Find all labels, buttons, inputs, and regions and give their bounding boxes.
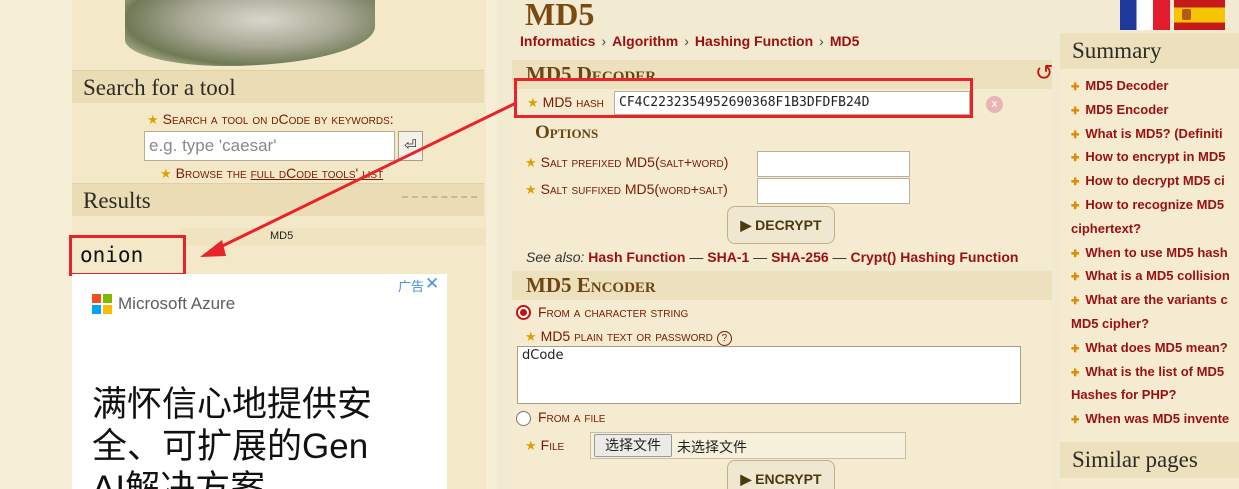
advertisement[interactable]: Microsoft Azure 广告 ✕ 满怀信心地提供安全、可扩展的Gen A… [72, 274, 447, 489]
salt-suffixed-input[interactable] [757, 178, 910, 204]
star-icon: ★ [525, 438, 537, 453]
star-icon: ★ [525, 329, 537, 344]
summary-item[interactable]: ✚ When was MD5 invente [1071, 407, 1239, 431]
options-title: Options [535, 122, 599, 143]
search-heading: Search for a tool [72, 70, 484, 103]
summary-list: ✚ MD5 Decoder ✚ MD5 Encoder ✚ What is MD5? … [1071, 74, 1239, 431]
results-toolbar-dots[interactable] [402, 196, 477, 200]
bullet-icon: ✚ [1071, 367, 1080, 379]
bullet-icon: ✚ [1071, 200, 1080, 212]
see-also-sha256[interactable]: SHA-256 [771, 249, 829, 265]
bullet-icon: ✚ [1071, 82, 1080, 93]
browse-tools-link[interactable]: full dCode tools' list [251, 165, 384, 181]
summary-item-continuation[interactable]: Hashes for PHP? [1071, 383, 1239, 407]
browse-tools-line: ★ Browse the full dCode tools' list [160, 165, 384, 181]
see-also-crypt[interactable]: Crypt() Hashing Function [850, 249, 1018, 265]
salt-prefixed-label: ★ Salt prefixed MD5(salt+word) [525, 154, 729, 170]
decrypt-button[interactable]: ▶ DECRYPT [727, 206, 835, 244]
clear-icon[interactable]: x [986, 96, 1003, 113]
bullet-icon: ✚ [1071, 343, 1080, 355]
summary-item[interactable]: ✚ When to use MD5 hash [1071, 241, 1239, 265]
search-keywords-label: ★ Search a tool on dCode by keywords: [147, 111, 394, 127]
from-file-radio[interactable] [516, 411, 531, 426]
encoder-heading: MD5 Encoder [512, 271, 1052, 300]
summary-item[interactable]: ✚ How to decrypt MD5 ci [1071, 169, 1239, 193]
hash-highlight-box [514, 78, 973, 118]
result-tool-name: MD5 [270, 230, 294, 242]
refresh-icon[interactable]: ↺ [1035, 60, 1053, 86]
similar-pages-heading: Similar pages [1060, 442, 1239, 478]
search-submit-button[interactable]: ⏎ [398, 131, 423, 161]
plain-text-area[interactable]: dCode [517, 346, 1021, 404]
star-icon: ★ [147, 112, 159, 127]
summary-item[interactable]: ✚ MD5 Encoder [1071, 98, 1239, 122]
star-icon: ★ [160, 166, 172, 181]
bullet-icon: ✚ [1071, 153, 1080, 165]
result-row: MD5 [180, 228, 486, 246]
summary-heading: Summary [1060, 33, 1239, 69]
breadcrumb: Informatics › Algorithm › Hashing Function › M… [520, 33, 860, 49]
breadcrumb-algorithm[interactable]: Algorithm [612, 33, 678, 49]
summary-item[interactable]: ✚ How to recognize MD5 [1071, 193, 1239, 217]
summary-item[interactable]: ✚ What is MD5? (Definiti [1071, 122, 1239, 146]
star-icon: ★ [525, 182, 537, 197]
bullet-icon: ✚ [1071, 415, 1080, 427]
result-value: onion [80, 243, 144, 267]
encrypt-button[interactable]: ▶ ENCRYPT [727, 460, 835, 489]
page-title: MD5 [525, 0, 595, 32]
salt-prefixed-input[interactable] [757, 151, 910, 177]
ad-brand: Microsoft Azure [118, 294, 236, 313]
see-also-hash-function[interactable]: Hash Function [588, 249, 685, 265]
from-string-radio[interactable] [516, 305, 531, 320]
plain-text-label: ★ MD5 plain text or password? [525, 328, 732, 346]
salt-suffixed-label: ★ Salt suffixed MD5(word+salt) [525, 181, 728, 197]
see-also-sha1[interactable]: SHA-1 [707, 249, 749, 265]
summary-item[interactable]: ✚ What is the list of MD5 [1071, 360, 1239, 384]
bullet-icon: ✚ [1071, 129, 1080, 141]
summary-item-continuation[interactable]: ciphertext? [1071, 217, 1239, 241]
ad-close-icon[interactable]: ✕ [425, 274, 439, 294]
search-input[interactable]: e.g. type 'caesar' [144, 131, 395, 161]
bullet-icon: ✚ [1071, 105, 1080, 117]
no-file-chosen-text: 未选择文件 [677, 439, 747, 455]
bullet-icon: ✚ [1071, 248, 1080, 260]
breadcrumb-hashing-function[interactable]: Hashing Function [695, 33, 813, 49]
summary-item[interactable]: ✚ How to encrypt in MD5 [1071, 145, 1239, 169]
summary-item-continuation[interactable]: MD5 cipher? [1071, 312, 1239, 336]
ad-label: 广告 [398, 279, 425, 294]
star-icon: ★ [525, 155, 537, 170]
bullet-icon: ✚ [1071, 296, 1080, 308]
french-flag-icon[interactable] [1120, 0, 1170, 30]
summary-item[interactable]: ✚ MD5 Decoder [1071, 74, 1239, 98]
see-also-line: See also: Hash Function — SHA-1 — SHA-25… [526, 249, 1019, 265]
breadcrumb-informatics[interactable]: Informatics [520, 33, 595, 49]
microsoft-logo-icon [92, 294, 112, 314]
breadcrumb-md5[interactable]: MD5 [830, 33, 860, 49]
choose-file-button[interactable]: 选择文件 [594, 434, 672, 457]
summary-item[interactable]: ✚ What are the variants c [1071, 288, 1239, 312]
bullet-icon: ✚ [1071, 177, 1080, 189]
from-string-label: From a character string [538, 304, 689, 320]
from-file-label: From a file [538, 409, 606, 425]
summary-item[interactable]: ✚ What is a MD5 collision [1071, 264, 1239, 288]
summary-item[interactable]: ✚ What does MD5 mean? [1071, 336, 1239, 360]
bullet-icon: ✚ [1071, 272, 1080, 284]
help-icon[interactable]: ? [716, 331, 732, 346]
spanish-flag-icon[interactable] [1174, 0, 1225, 30]
file-label: ★ File [525, 437, 565, 453]
ad-headline[interactable]: 满怀信心地提供安全、可扩展的Gen AI解决方案 [92, 384, 382, 489]
enter-icon: ⏎ [404, 137, 417, 154]
